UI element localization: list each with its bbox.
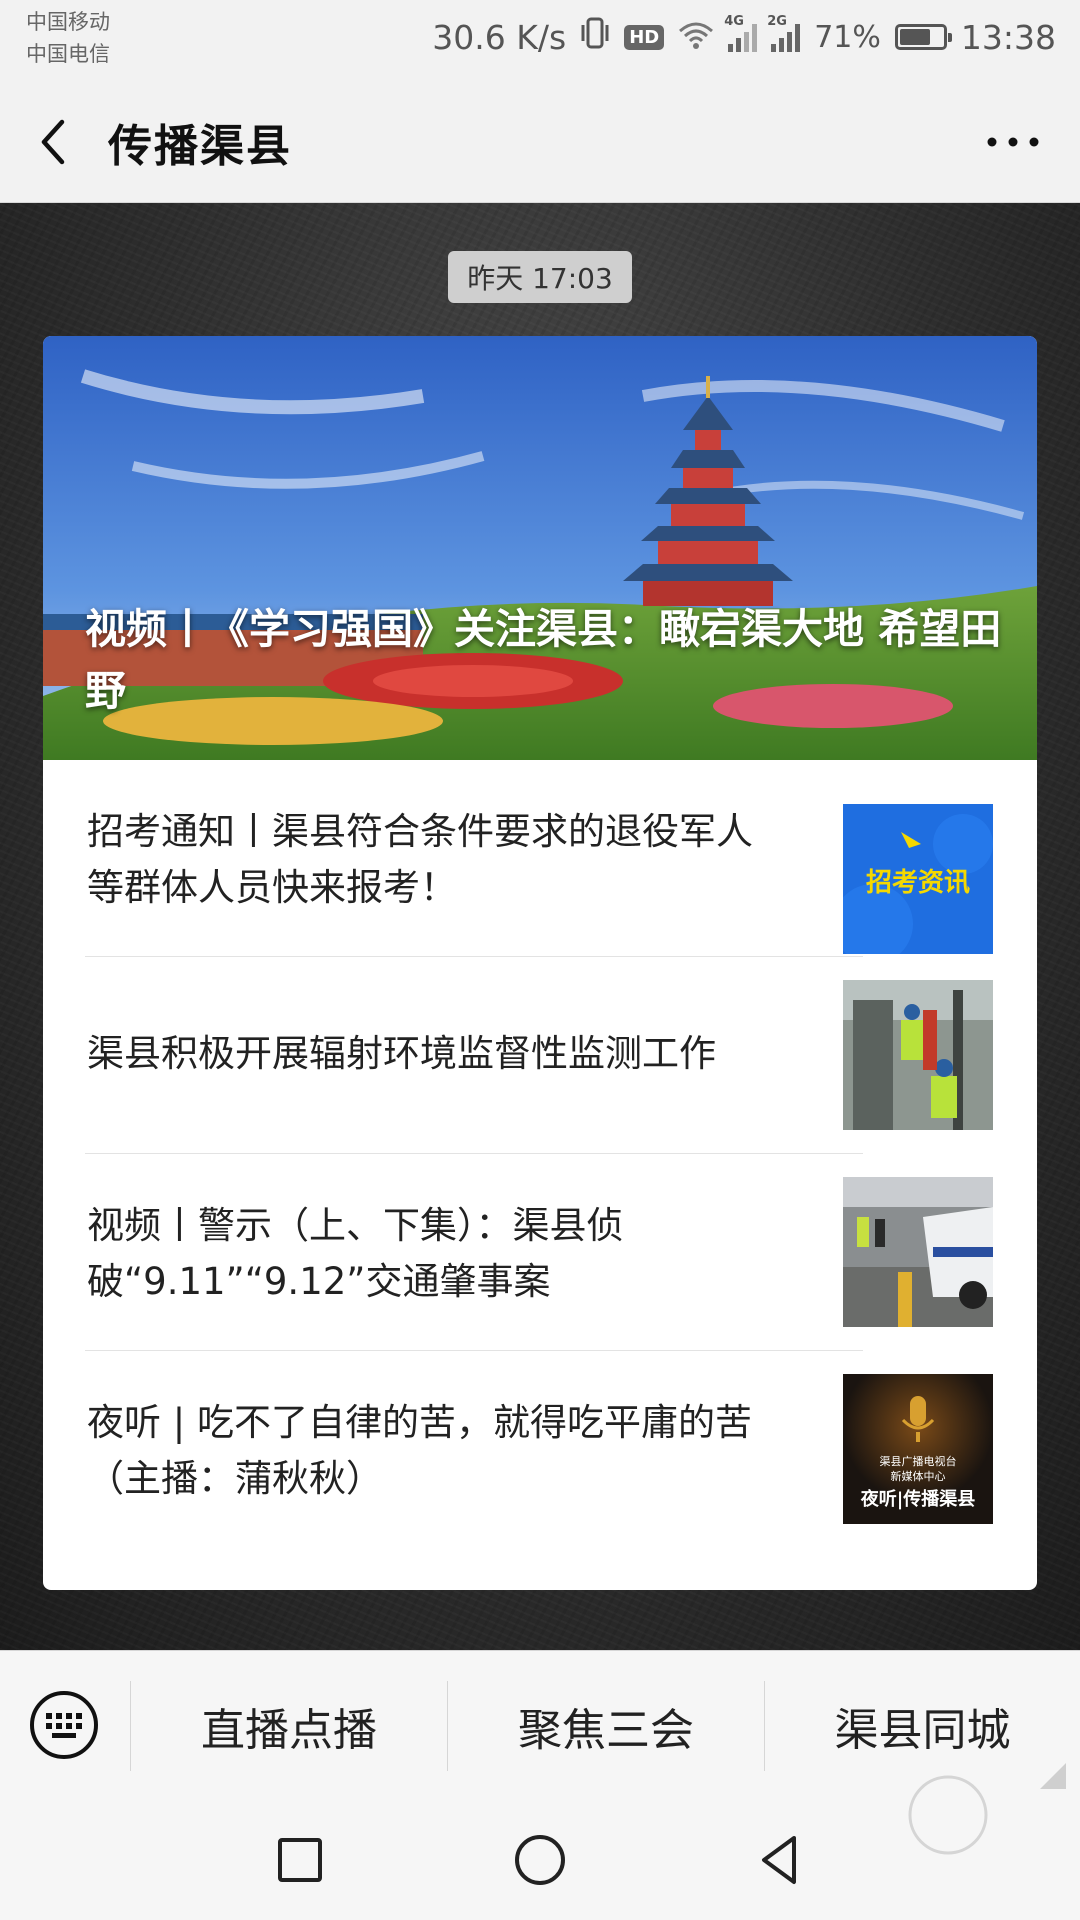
signal-2g-icon: 2G xyxy=(767,14,801,52)
wifi-icon xyxy=(678,18,714,57)
article-item-recruitment[interactable]: 招考通知丨渠县符合条件要求的退役军人等群体人员快来报考！ 招考资讯 xyxy=(43,760,1037,957)
article-thumbnail xyxy=(843,980,993,1130)
article-title: 视频丨警示（上、下集）：渠县侦破“9.11”“9.12”交通肇事案 xyxy=(87,1204,624,1303)
article-item-radiation[interactable]: 渠县积极开展辐射环境监督性监测工作 xyxy=(43,957,1037,1154)
article-title: 招考通知丨渠县符合条件要求的退役军人等群体人员快来报考！ xyxy=(87,810,753,909)
thumb-caption-3: 夜听|传播渠县 xyxy=(860,1489,976,1510)
status-bar: 中国移动 中国电信 30.6 K/s HD 4G 2G 71% 13:38 xyxy=(0,0,1080,84)
chat-area: 昨天 17:03 视频丨《学习强国》关注渠县：瞰宕渠大地 希望田野 招考通知丨渠… xyxy=(0,203,1080,1650)
hero-article[interactable]: 视频丨《学习强国》关注渠县：瞰宕渠大地 希望田野 xyxy=(43,336,1037,760)
back-icon[interactable] xyxy=(750,1830,810,1890)
back-arrow-icon[interactable] xyxy=(34,112,74,172)
top-nav-bar: 传播渠县 xyxy=(0,84,1080,203)
carrier-1: 中国移动 xyxy=(26,10,110,34)
hero-title: 视频丨《学习强国》关注渠县：瞰宕渠大地 希望田野 xyxy=(85,605,1002,715)
net-4g-label: 4G xyxy=(724,14,744,29)
message-timestamp: 昨天 17:03 xyxy=(448,251,632,303)
vibrate-icon xyxy=(580,16,610,58)
recent-apps-icon[interactable] xyxy=(270,1830,330,1890)
clock: 13:38 xyxy=(960,17,1056,57)
net-2g-label: 2G xyxy=(767,14,787,29)
battery-icon xyxy=(894,24,952,50)
article-card: 视频丨《学习强国》关注渠县：瞰宕渠大地 希望田野 招考通知丨渠县符合条件要求的退… xyxy=(43,336,1037,1590)
article-item-traffic-case[interactable]: 视频丨警示（上、下集）：渠县侦破“9.11”“9.12”交通肇事案 xyxy=(43,1154,1037,1351)
keyboard-icon[interactable] xyxy=(28,1689,100,1761)
watermark-logo-icon xyxy=(908,1775,988,1855)
battery-percent: 71% xyxy=(814,19,881,55)
article-item-night-listening[interactable]: 夜听 | 吃不了自律的苦，就得吃平庸的苦（主播：蒲秋秋） 渠县广播电视台 新媒体… xyxy=(43,1351,1037,1548)
thumb-caption-2: 新媒体中心 xyxy=(890,1470,946,1483)
more-options-icon[interactable] xyxy=(986,130,1040,154)
menu-item-live-vod[interactable]: 直播点播 xyxy=(131,1651,447,1801)
thumb-caption: 招考资讯 xyxy=(865,868,970,898)
home-icon[interactable] xyxy=(510,1830,570,1890)
article-thumbnail: 渠县广播电视台 新媒体中心 夜听|传播渠县 xyxy=(843,1374,993,1524)
net-speed: 30.6 K/s xyxy=(432,17,567,57)
signal-4g-icon: 4G xyxy=(724,14,758,52)
article-thumbnail: 招考资讯 xyxy=(843,804,993,954)
article-thumbnail xyxy=(843,1177,993,1327)
carrier-labels: 中国移动 中国电信 xyxy=(26,6,110,70)
menu-item-focus-meetings[interactable]: 聚焦三会 xyxy=(448,1651,764,1801)
thumb-caption-1: 渠县广播电视台 xyxy=(879,1455,957,1468)
carrier-2: 中国电信 xyxy=(26,42,110,66)
hd-badge: HD xyxy=(624,24,665,50)
article-title: 夜听 | 吃不了自律的苦，就得吃平庸的苦（主播：蒲秋秋） xyxy=(87,1401,752,1500)
article-title: 渠县积极开展辐射环境监督性监测工作 xyxy=(87,1032,716,1075)
page-title: 传播渠县 xyxy=(108,121,292,172)
corner-indicator xyxy=(1040,1763,1066,1789)
